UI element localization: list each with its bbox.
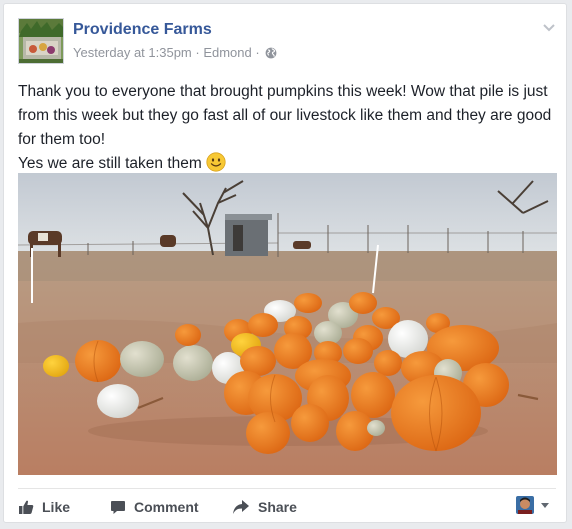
thumbs-up-icon <box>19 500 34 514</box>
meta-separator: · <box>191 45 204 60</box>
caret-down-icon <box>541 503 549 508</box>
comment-label: Comment <box>134 499 199 515</box>
like-label: Like <box>42 499 71 515</box>
post-card: Providence Farms Yesterday at 1:35pm · E… <box>3 3 567 523</box>
post-meta: Yesterday at 1:35pm · Edmond · <box>73 45 277 62</box>
share-label: Share <box>258 499 297 515</box>
globe-icon[interactable] <box>265 47 277 62</box>
post-location[interactable]: Edmond <box>203 45 251 60</box>
comment-icon <box>111 501 125 514</box>
like-button[interactable]: Like <box>18 497 70 517</box>
page-avatar[interactable] <box>18 18 64 64</box>
page-name-link[interactable]: Providence Farms <box>73 21 212 39</box>
meta-separator-2: · <box>251 45 264 60</box>
post-actions-bar: Like Comment Share <box>18 488 556 523</box>
post-text: Thank you to everyone that brought pumpk… <box>18 80 554 180</box>
post-text-line2: Yes we are still taken them <box>18 155 202 172</box>
user-avatar <box>516 496 534 514</box>
post-as-selector[interactable] <box>516 496 550 514</box>
post-photo-pumpkin-pile[interactable] <box>18 173 557 475</box>
post-options-chevron-icon[interactable] <box>542 20 556 34</box>
comment-button[interactable]: Comment <box>110 497 199 517</box>
post-timestamp[interactable]: Yesterday at 1:35pm <box>73 45 192 60</box>
share-button[interactable]: Share <box>232 497 297 517</box>
post-text-line1: Thank you to everyone that brought pumpk… <box>18 83 552 148</box>
share-arrow-icon <box>233 500 249 514</box>
